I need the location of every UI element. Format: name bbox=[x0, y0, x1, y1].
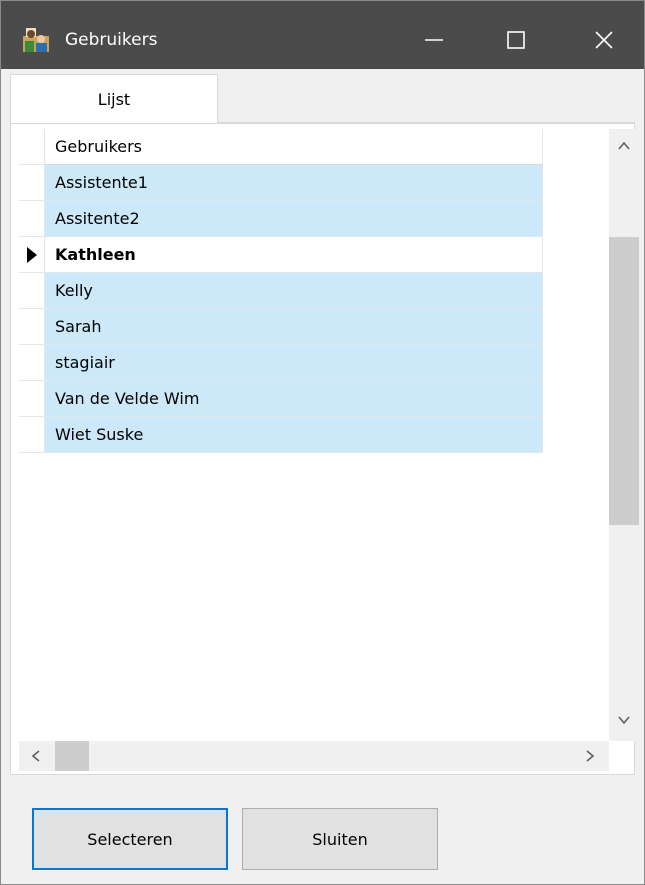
table-row[interactable]: Kelly bbox=[19, 273, 543, 309]
table-row[interactable]: Wiet Suske bbox=[19, 417, 543, 453]
user-name-cell[interactable]: Assitente2 bbox=[45, 201, 543, 237]
table-row[interactable]: Assitente2 bbox=[19, 201, 543, 237]
minimize-button[interactable] bbox=[411, 17, 457, 63]
horizontal-scrollbar[interactable] bbox=[19, 741, 609, 771]
column-header-gebruikers[interactable]: Gebruikers bbox=[45, 129, 543, 165]
row-indicator[interactable] bbox=[19, 273, 45, 309]
row-indicator[interactable] bbox=[19, 237, 45, 273]
table-row[interactable]: stagiair bbox=[19, 345, 543, 381]
user-name-cell[interactable]: Kathleen bbox=[45, 237, 543, 273]
chevron-right-icon[interactable] bbox=[583, 749, 597, 763]
user-name-cell[interactable]: Wiet Suske bbox=[45, 417, 543, 453]
user-name-cell[interactable]: Sarah bbox=[45, 309, 543, 345]
row-indicator[interactable] bbox=[19, 165, 45, 201]
table-row[interactable]: Assistente1 bbox=[19, 165, 543, 201]
user-name-cell[interactable]: Assistente1 bbox=[45, 165, 543, 201]
row-indicator bbox=[19, 129, 45, 165]
maximize-icon bbox=[507, 31, 525, 49]
close-window-button[interactable] bbox=[581, 17, 627, 63]
close-button[interactable]: Sluiten bbox=[242, 808, 438, 870]
grid-header-row: Gebruikers bbox=[19, 129, 543, 165]
close-icon bbox=[595, 31, 613, 49]
user-name-cell[interactable]: Van de Velde Wim bbox=[45, 381, 543, 417]
minimize-icon bbox=[425, 39, 443, 41]
chevron-left-icon[interactable] bbox=[29, 749, 43, 763]
gebruikers-window: Gebruikers Lijst Gebruikers Assistente1 … bbox=[0, 0, 645, 885]
tab-label: Lijst bbox=[97, 89, 131, 109]
table-row-current[interactable]: Kathleen bbox=[19, 237, 543, 273]
users-icon bbox=[23, 28, 49, 52]
tab-strip: Lijst bbox=[10, 73, 635, 123]
row-indicator[interactable] bbox=[19, 345, 45, 381]
vertical-scroll-thumb[interactable] bbox=[609, 237, 639, 525]
users-grid[interactable]: Gebruikers Assistente1 Assitente2 Kathle… bbox=[19, 129, 609, 739]
chevron-down-icon[interactable] bbox=[617, 713, 631, 727]
row-indicator[interactable] bbox=[19, 201, 45, 237]
maximize-button[interactable] bbox=[493, 17, 539, 63]
row-indicator[interactable] bbox=[19, 381, 45, 417]
select-button[interactable]: Selecteren bbox=[32, 808, 228, 870]
row-pointer-icon bbox=[27, 247, 37, 263]
user-name-cell[interactable]: stagiair bbox=[45, 345, 543, 381]
chevron-up-icon[interactable] bbox=[617, 139, 631, 153]
vertical-scrollbar[interactable] bbox=[609, 129, 639, 741]
title-bar[interactable]: Gebruikers bbox=[1, 1, 644, 69]
row-indicator[interactable] bbox=[19, 309, 45, 345]
table-row[interactable]: Sarah bbox=[19, 309, 543, 345]
user-name-cell[interactable]: Kelly bbox=[45, 273, 543, 309]
horizontal-scroll-thumb[interactable] bbox=[55, 741, 89, 771]
tab-lijst[interactable]: Lijst bbox=[10, 74, 218, 123]
row-indicator[interactable] bbox=[19, 417, 45, 453]
window-title: Gebruikers bbox=[65, 30, 158, 50]
table-row[interactable]: Van de Velde Wim bbox=[19, 381, 543, 417]
